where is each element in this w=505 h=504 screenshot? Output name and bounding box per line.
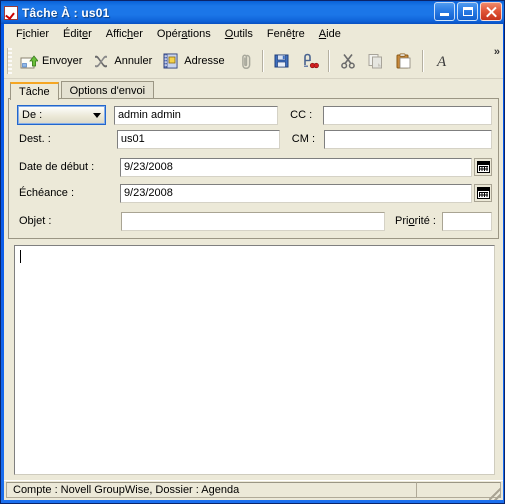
cc-input[interactable] bbox=[322, 105, 492, 125]
resize-grip[interactable] bbox=[489, 488, 501, 500]
copy-icon bbox=[367, 52, 385, 70]
toolbar-overflow-button[interactable]: » bbox=[494, 46, 500, 58]
toolbar-separator-2 bbox=[327, 50, 330, 72]
tab-tache[interactable]: Tâche bbox=[10, 82, 59, 100]
toolbar-grip[interactable] bbox=[7, 48, 12, 74]
cc-label: CC : bbox=[290, 109, 313, 121]
form-row-from: De : CC : bbox=[15, 104, 492, 126]
menu-editer[interactable]: Éditer bbox=[56, 26, 99, 42]
start-date-input[interactable] bbox=[119, 157, 472, 177]
tab-options-denvoi-label: Options d'envoi bbox=[69, 85, 146, 97]
font-button[interactable]: A bbox=[428, 47, 456, 75]
menu-aide[interactable]: Aide bbox=[312, 26, 348, 42]
chevron-down-icon bbox=[92, 112, 101, 118]
bcc-input[interactable] bbox=[324, 129, 492, 149]
cancel-x-icon bbox=[92, 52, 110, 70]
task-checkbox-icon bbox=[4, 5, 18, 20]
cut-button[interactable] bbox=[334, 47, 362, 75]
form-row-due-date: Échéance : bbox=[15, 182, 492, 204]
subject-input[interactable] bbox=[121, 211, 385, 231]
font-icon: A bbox=[433, 52, 451, 70]
toolbar-separator-3 bbox=[421, 50, 424, 72]
window-controls bbox=[434, 2, 502, 21]
priority-label: Priorité : bbox=[395, 215, 436, 227]
message-body-area[interactable] bbox=[14, 245, 495, 475]
form-row-subject: Objet : Priorité : bbox=[15, 210, 492, 232]
from-select[interactable]: De : bbox=[17, 105, 106, 125]
tab-options-denvoi[interactable]: Options d'envoi bbox=[60, 81, 155, 99]
menu-fichier[interactable]: Fichier bbox=[9, 26, 56, 42]
tab-tache-label: Tâche bbox=[19, 86, 50, 98]
paperclip-icon bbox=[235, 52, 253, 70]
cancel-button[interactable]: Annuler bbox=[87, 47, 157, 75]
text-caret bbox=[20, 250, 21, 263]
due-date-calendar-icon[interactable] bbox=[474, 184, 492, 202]
spellcheck-icon bbox=[301, 52, 319, 70]
task-form-panel: De : CC : Dest. : CM : Date de début : É… bbox=[8, 98, 499, 239]
from-input[interactable] bbox=[113, 105, 279, 125]
client-area: Fichier Éditer Afficher Opérations Outil… bbox=[4, 24, 503, 500]
status-account-folder: Compte : Novell GroupWise, Dossier : Age… bbox=[6, 482, 416, 498]
svg-text:A: A bbox=[436, 54, 447, 70]
copy-button[interactable] bbox=[362, 47, 390, 75]
form-row-to: Dest. : CM : bbox=[15, 128, 492, 150]
bcc-label: CM : bbox=[291, 133, 316, 145]
menu-outils[interactable]: Outils bbox=[218, 26, 260, 42]
paste-clipboard-icon bbox=[395, 52, 413, 70]
menu-fenetre[interactable]: Fenêtre bbox=[260, 26, 312, 42]
menu-afficher[interactable]: Afficher bbox=[99, 26, 150, 42]
to-input[interactable] bbox=[116, 129, 280, 149]
subject-label: Objet : bbox=[19, 215, 52, 227]
address-label: Adresse bbox=[184, 55, 225, 67]
to-label: Dest. : bbox=[19, 133, 51, 145]
save-button[interactable] bbox=[268, 47, 296, 75]
paste-button[interactable] bbox=[390, 47, 418, 75]
start-date-label: Date de début : bbox=[19, 161, 95, 173]
form-row-start-date: Date de début : bbox=[15, 156, 492, 178]
attach-button[interactable] bbox=[230, 47, 258, 75]
menu-operations[interactable]: Opérations bbox=[150, 26, 218, 42]
status-bar: Compte : Novell GroupWise, Dossier : Age… bbox=[4, 480, 503, 500]
scissors-cut-icon bbox=[339, 52, 357, 70]
due-date-label: Échéance : bbox=[19, 187, 75, 199]
send-icon bbox=[20, 52, 38, 70]
maximize-button[interactable] bbox=[457, 2, 478, 21]
toolbar-separator-1 bbox=[261, 50, 264, 72]
cancel-label: Annuler bbox=[114, 55, 153, 67]
send-label: Envoyer bbox=[42, 55, 83, 67]
tab-strip: Tâche Options d'envoi bbox=[4, 79, 503, 100]
address-book-icon bbox=[162, 52, 180, 70]
save-floppy-icon bbox=[273, 52, 291, 70]
from-select-value: De : bbox=[22, 109, 43, 121]
start-date-calendar-icon[interactable] bbox=[474, 158, 492, 176]
menu-bar: Fichier Éditer Afficher Opérations Outil… bbox=[4, 24, 503, 44]
spellcheck-button[interactable] bbox=[296, 47, 324, 75]
toolbar: Envoyer Annuler Adresse A » bbox=[4, 44, 503, 79]
address-button[interactable]: Adresse bbox=[157, 47, 229, 75]
minimize-button[interactable] bbox=[434, 2, 455, 21]
due-date-input[interactable] bbox=[119, 183, 472, 203]
close-button[interactable] bbox=[480, 2, 502, 21]
task-window: Tâche À : us01 Fichier Éditer Afficher O… bbox=[0, 0, 505, 504]
window-title: Tâche À : us01 bbox=[22, 5, 110, 20]
send-button[interactable]: Envoyer bbox=[15, 47, 87, 75]
priority-input[interactable] bbox=[441, 211, 492, 231]
title-bar: Tâche À : us01 bbox=[1, 1, 504, 24]
